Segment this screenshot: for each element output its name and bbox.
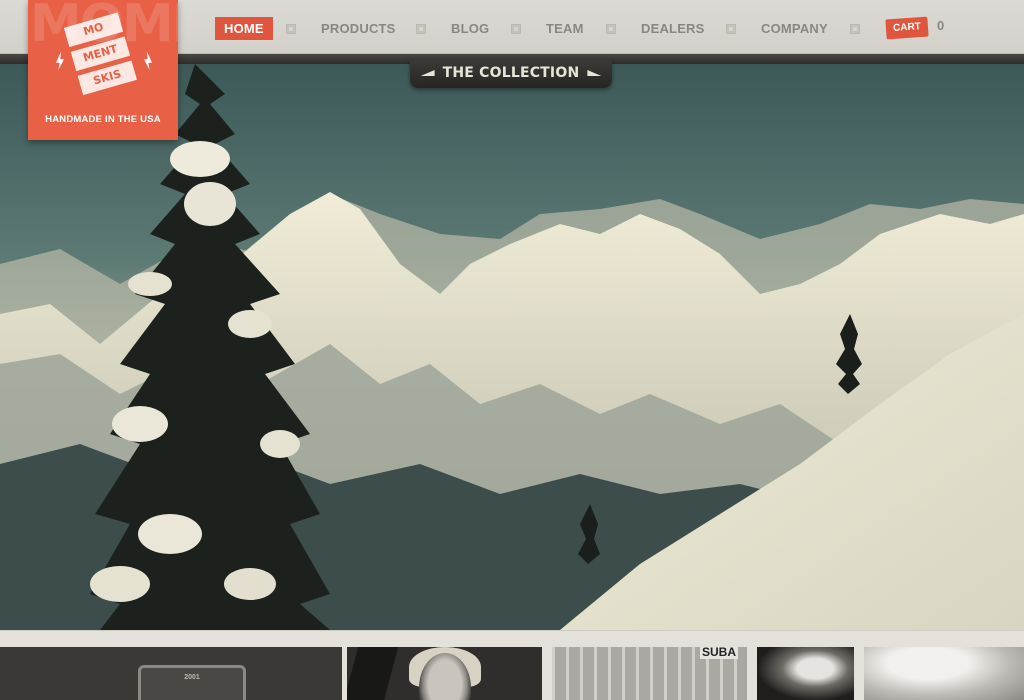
- nav-separator: [511, 24, 521, 34]
- hero-image: [0, 64, 1024, 630]
- cart-button[interactable]: CART: [885, 16, 929, 40]
- nav-dealers[interactable]: DEALERS: [641, 17, 705, 40]
- nav-team[interactable]: TEAM: [546, 17, 584, 40]
- lightning-icon: [144, 52, 152, 70]
- nav-separator: [726, 24, 736, 34]
- nav-company[interactable]: COMPANY: [761, 17, 828, 40]
- nav-separator: [416, 24, 426, 34]
- nav-separator: [850, 24, 860, 34]
- thumbnail-event[interactable]: SUBA: [552, 647, 747, 700]
- logo-tagline: HANDMADE IN THE USA: [45, 114, 161, 125]
- shield-year: 2001: [184, 674, 200, 681]
- flag-left-icon: [420, 70, 435, 76]
- cart-count: 0: [937, 18, 945, 33]
- nav-separator: [606, 24, 616, 34]
- brand-logo[interactable]: MOMENT MO MENT SKIS HANDMADE IN THE USA: [28, 0, 178, 140]
- nav-products[interactable]: PRODUCTS: [321, 17, 396, 40]
- thumbnail-portrait[interactable]: [347, 647, 542, 700]
- thumbnail-strip: 2001 SUBA: [0, 630, 1024, 700]
- event-banner-text: SUBA: [700, 647, 739, 659]
- lightning-icon: [56, 52, 64, 70]
- nav-home[interactable]: HOME: [215, 17, 273, 40]
- thumbnail-badge[interactable]: 2001: [0, 647, 342, 700]
- photo-hall: [757, 647, 854, 700]
- flag-right-icon: [587, 70, 602, 76]
- thumbnail-light[interactable]: [864, 647, 1024, 700]
- nav-separator: [286, 24, 296, 34]
- mountain-scene: [0, 64, 1024, 630]
- shield-icon: 2001: [138, 665, 246, 700]
- photo-glow: [864, 647, 1024, 700]
- nav-blog[interactable]: BLOG: [451, 17, 489, 40]
- collection-tab[interactable]: THE COLLECTION: [410, 60, 612, 88]
- collection-tab-label: THE COLLECTION: [442, 65, 580, 81]
- thumbnail-hall[interactable]: [757, 647, 854, 700]
- photo-arm: [347, 647, 399, 700]
